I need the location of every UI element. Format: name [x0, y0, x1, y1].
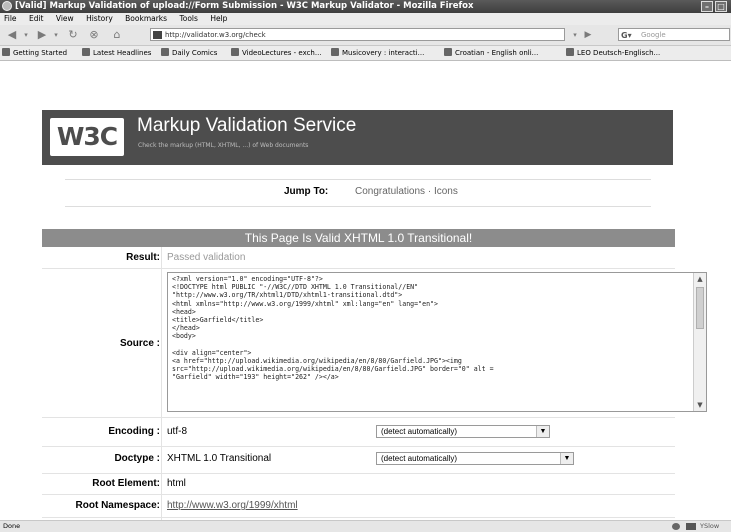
jump-link-icons[interactable]: Icons: [434, 186, 458, 197]
valid-banner: This Page Is Valid XHTML 1.0 Transitiona…: [42, 229, 675, 247]
forward-dropdown-icon[interactable]: ▾: [52, 28, 60, 42]
reload-icon[interactable]: ↻: [64, 28, 82, 42]
doctype-select-value: (detect automatically): [381, 454, 458, 463]
row-divider: [42, 473, 675, 474]
status-text: Done: [3, 522, 21, 530]
root-element-value: html: [167, 478, 186, 489]
row-divider: [42, 446, 675, 447]
chevron-down-icon: ▼: [536, 426, 549, 437]
bookmark-daily-comics[interactable]: Daily Comics: [161, 46, 217, 60]
menu-bookmarks[interactable]: Bookmarks: [125, 14, 167, 23]
source-label: Source :: [119, 338, 160, 349]
row-divider: [42, 517, 675, 518]
bookmark-leo[interactable]: LEO Deutsch-Englisch...: [566, 46, 660, 60]
jump-label: Jump To:: [284, 186, 329, 197]
chevron-down-icon: ▼: [560, 453, 573, 464]
root-namespace-value: http://www.w3.org/1999/xhtml: [167, 500, 298, 511]
doctype-label: Doctype :: [114, 453, 160, 464]
bookmark-icon: [444, 48, 452, 56]
scroll-thumb[interactable]: [696, 287, 704, 329]
navigation-toolbar: ◀ ▾ ▶ ▾ ↻ ⊗ ⌂ http://validator.w3.org/ch…: [0, 25, 731, 46]
scroll-up-icon[interactable]: ▲: [695, 274, 705, 284]
source-code: <?xml version="1.0" encoding="UTF-8"?> <…: [172, 275, 494, 382]
menu-tools[interactable]: Tools: [179, 14, 197, 23]
window-title-bar: [Valid] Markup Validation of upload://Fo…: [0, 0, 731, 13]
root-namespace-link[interactable]: http://www.w3.org/1999/xhtml: [167, 500, 298, 511]
root-element-label: Root Element:: [92, 478, 160, 489]
scroll-down-icon[interactable]: ▼: [695, 400, 705, 410]
encoding-select-value: (detect automatically): [381, 427, 458, 436]
row-divider: [42, 268, 675, 269]
back-dropdown-icon[interactable]: ▾: [22, 28, 30, 42]
url-dropdown-icon[interactable]: ▾: [570, 28, 580, 42]
search-field[interactable]: G▾ Google: [618, 28, 730, 41]
address-bar[interactable]: http://validator.w3.org/check: [150, 28, 565, 41]
search-placeholder: Google: [641, 31, 666, 39]
w3c-logo[interactable]: W3C: [50, 118, 124, 156]
bookmark-videolectures[interactable]: VideoLectures - exch...: [231, 46, 322, 60]
encoding-value: utf-8: [167, 426, 188, 437]
menu-bar: File Edit View History Bookmarks Tools H…: [0, 13, 731, 25]
google-search-engine-icon[interactable]: G▾: [621, 30, 632, 42]
bookmark-icon: [161, 48, 169, 56]
bookmark-icon: [331, 48, 339, 56]
window-title: [Valid] Markup Validation of upload://Fo…: [15, 1, 474, 11]
bookmark-croatian-english[interactable]: Croatian - English onli...: [444, 46, 538, 60]
bookmark-icon: [566, 48, 574, 56]
table-divider: [161, 247, 162, 520]
yslow-label[interactable]: YSlow: [700, 521, 719, 532]
forward-icon[interactable]: ▶: [33, 28, 51, 42]
stop-icon[interactable]: ⊗: [85, 28, 103, 42]
menu-help[interactable]: Help: [210, 14, 227, 23]
maximize-button[interactable]: □: [715, 1, 727, 12]
jump-links: Congratulations · Icons: [355, 186, 458, 197]
source-scrollbar[interactable]: ▲ ▼: [693, 273, 706, 411]
row-divider: [42, 417, 675, 418]
menu-edit[interactable]: Edit: [29, 14, 44, 23]
menu-file[interactable]: File: [4, 14, 17, 23]
rss-icon: [82, 48, 90, 56]
go-arrow-icon[interactable]: ▶: [582, 28, 594, 42]
result-value: Passed validation: [167, 252, 246, 263]
bookmarks-toolbar: Getting Started Latest Headlines Daily C…: [0, 46, 731, 61]
home-icon[interactable]: ⌂: [108, 28, 126, 42]
minimize-button[interactable]: –: [701, 1, 713, 12]
source-textarea[interactable]: <?xml version="1.0" encoding="UTF-8"?> <…: [167, 272, 707, 412]
doctype-select[interactable]: (detect automatically) ▼: [376, 452, 574, 465]
menu-history[interactable]: History: [86, 14, 113, 23]
back-icon[interactable]: ◀: [3, 28, 21, 42]
status-bar: Done YSlow: [0, 520, 731, 532]
service-title: Markup Validation Service: [137, 115, 357, 136]
bookmark-icon: [231, 48, 239, 56]
firefox-icon: [2, 1, 12, 11]
encoding-label: Encoding :: [108, 426, 160, 437]
bookmark-musicovery[interactable]: Musicovery : interacti...: [331, 46, 424, 60]
row-divider: [42, 494, 675, 495]
bookmark-icon: [2, 48, 10, 56]
encoding-select[interactable]: (detect automatically) ▼: [376, 425, 550, 438]
bookmark-getting-started[interactable]: Getting Started: [2, 46, 67, 60]
result-label: Result:: [126, 252, 160, 263]
doctype-value: XHTML 1.0 Transitional: [167, 453, 272, 464]
menu-view[interactable]: View: [56, 14, 74, 23]
site-favicon-icon: [153, 31, 162, 39]
jump-separator: ·: [425, 186, 434, 197]
jump-link-congratulations[interactable]: Congratulations: [355, 186, 425, 197]
service-subtitle: Check the markup (HTML, XHTML, ...) of W…: [138, 142, 309, 149]
yslow-icon[interactable]: [686, 523, 696, 530]
security-icon[interactable]: [672, 523, 680, 530]
address-text: http://validator.w3.org/check: [165, 31, 266, 39]
bookmark-latest-headlines[interactable]: Latest Headlines: [82, 46, 151, 60]
root-namespace-label: Root Namespace:: [75, 500, 160, 511]
